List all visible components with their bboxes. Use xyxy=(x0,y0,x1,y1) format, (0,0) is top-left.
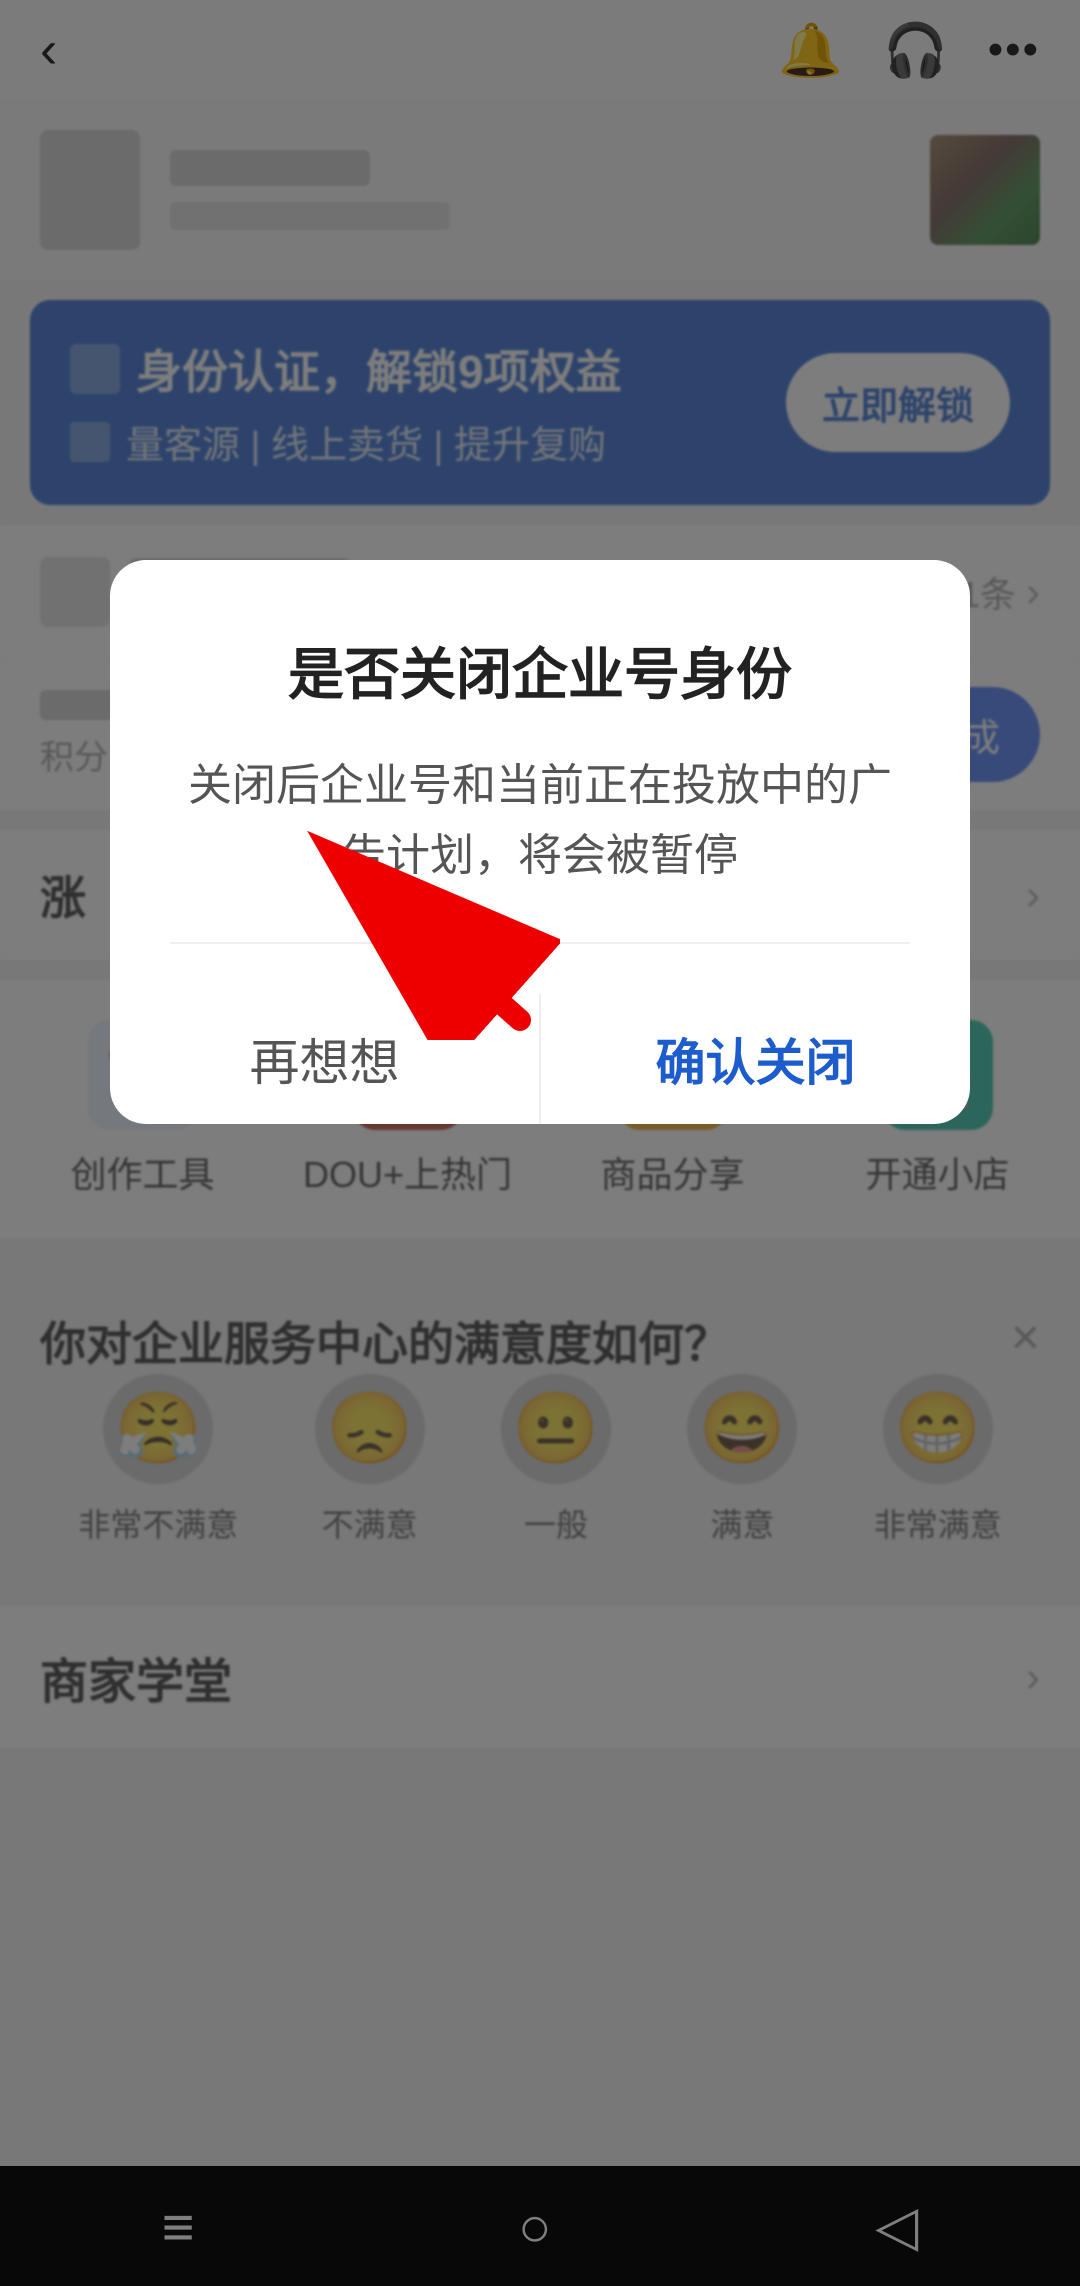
red-arrow-annotation xyxy=(280,820,560,1040)
modal-confirm-button[interactable]: 确认关闭 xyxy=(541,994,970,1124)
modal-title: 是否关闭企业号身份 xyxy=(170,630,910,711)
modal-overlay xyxy=(0,0,1080,2286)
